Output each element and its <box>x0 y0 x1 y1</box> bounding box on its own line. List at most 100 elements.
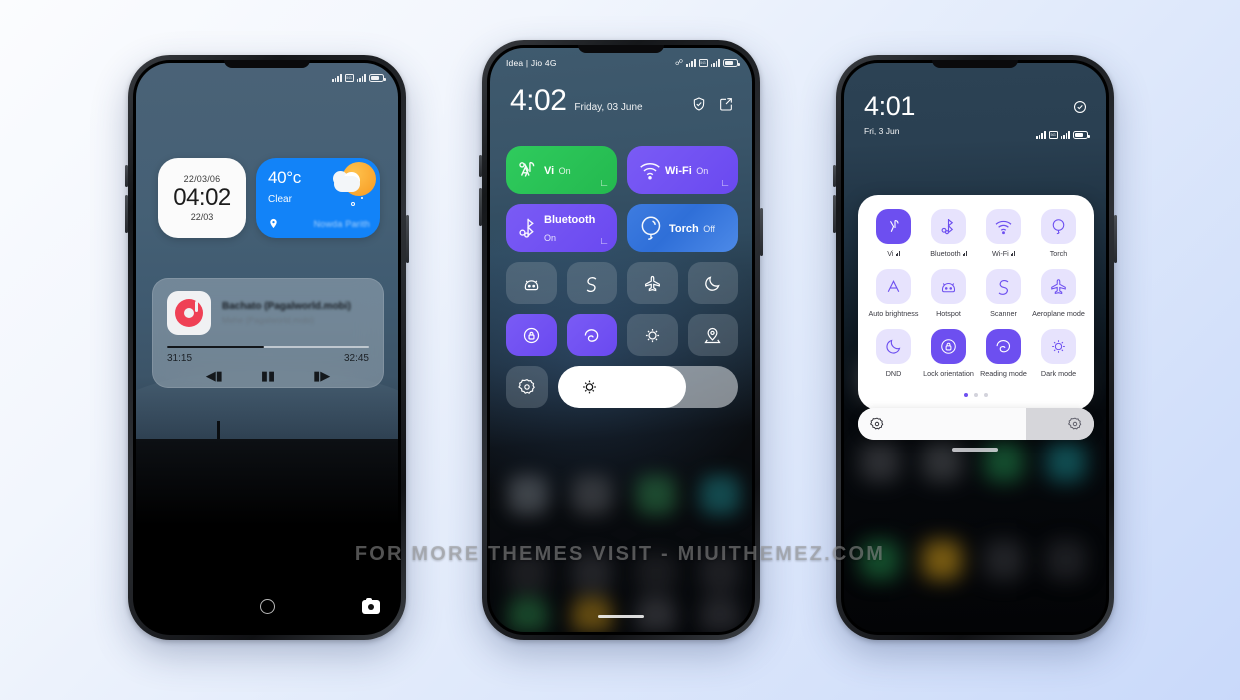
volume-up-button[interactable] <box>479 155 482 177</box>
track-title: Bachato (Pagalworld.mobi) <box>222 301 351 312</box>
signal-bars-icon <box>962 251 967 256</box>
tile-torch[interactable]: Torch <box>1031 209 1086 269</box>
power-button[interactable] <box>1114 215 1117 263</box>
clock-widget[interactable]: 22/03/06 04:02 22/03 <box>158 158 246 238</box>
shield-check-icon[interactable] <box>1072 99 1088 115</box>
tile-label: Scanner <box>990 309 1017 318</box>
scanner-icon <box>986 269 1021 304</box>
brightness-settings-icon[interactable] <box>506 366 548 408</box>
tile-scanner[interactable]: Scanner <box>976 269 1031 329</box>
power-button[interactable] <box>760 208 763 256</box>
cell-tower-icon <box>876 209 911 244</box>
volume-up-button[interactable] <box>125 165 128 187</box>
tile-aeroplane-mode[interactable]: Aeroplane mode <box>1031 269 1086 329</box>
page-dot[interactable] <box>974 393 978 397</box>
battery-icon <box>723 59 740 67</box>
home-indicator[interactable] <box>598 614 644 618</box>
tile-reading-mode[interactable]: Reading mode <box>976 329 1031 389</box>
hotspot-icon <box>931 269 966 304</box>
tile-aeroplane-mode[interactable] <box>627 262 678 304</box>
volume-down-button[interactable] <box>125 195 128 233</box>
tile-label: Torch <box>669 223 699 235</box>
tile-hotspot[interactable] <box>506 262 557 304</box>
next-track-icon[interactable]: ▮▶ <box>313 369 330 382</box>
volume-down-button[interactable] <box>833 195 836 233</box>
partly-cloudy-icon <box>332 158 380 206</box>
tile-corner-arrow-icon[interactable]: ∟ <box>599 178 609 189</box>
brightness-slider[interactable] <box>558 366 738 408</box>
tile-dark-mode[interactable] <box>627 314 678 356</box>
tile-bluetooth[interactable]: Bluetooth <box>921 209 976 269</box>
home-indicator[interactable] <box>952 448 998 452</box>
brightness-row <box>506 366 738 408</box>
tile-corner-arrow-icon[interactable]: ∟ <box>599 236 609 247</box>
dnd-moon-icon <box>876 329 911 364</box>
shield-check-icon[interactable] <box>691 96 707 112</box>
signal-bars-icon <box>710 59 720 67</box>
page-dot[interactable] <box>964 393 968 397</box>
reading-mode-icon <box>986 329 1021 364</box>
edit-square-icon[interactable] <box>718 96 734 112</box>
control-center-tile-grid: Vi On ∟ Wi-Fi On ∟ Bluetooth On ∟ Torch … <box>506 146 738 408</box>
brightness-settings-icon[interactable] <box>1067 416 1083 432</box>
tile-vi[interactable]: Vi <box>866 209 921 269</box>
pause-icon[interactable]: ▮▮ <box>261 369 275 382</box>
tile-state: Off <box>703 224 716 234</box>
tile-auto-brightness[interactable]: Auto brightness <box>866 269 921 329</box>
big-tile-row-2: Bluetooth On ∟ Torch Off <box>506 204 738 252</box>
carrier-label: Idea | Jio 4G <box>506 58 557 68</box>
tile-hotspot[interactable]: Hotspot <box>921 269 976 329</box>
header-date: Friday, 03 June <box>574 102 643 113</box>
volume-down-button[interactable] <box>479 188 482 226</box>
header-time: 4:02 <box>510 84 567 117</box>
tile-dark-mode[interactable]: Dark mode <box>1031 329 1086 389</box>
progress-bar[interactable] <box>167 346 369 348</box>
auto-brightness-icon <box>876 269 911 304</box>
dark-mode-icon <box>1041 329 1076 364</box>
tile-reading-mode[interactable] <box>566 314 617 356</box>
tile-wifi[interactable]: Wi-Fi <box>976 209 1031 269</box>
tile-location[interactable] <box>687 314 738 356</box>
camera-icon[interactable] <box>362 598 380 614</box>
music-player-card[interactable]: Bachato (Pagalworld.mobi) Mehe (Pagalwor… <box>152 278 384 388</box>
reading-mode-icon <box>584 328 599 342</box>
signal-bars-icon <box>356 74 366 82</box>
tile-scanner[interactable] <box>566 262 617 304</box>
tile-state: On <box>558 166 571 176</box>
small-tile-row-2 <box>506 314 738 356</box>
page-dots[interactable] <box>866 389 1086 402</box>
aeroplane-mode-icon <box>1041 269 1076 304</box>
bluetooth-icon: ☍ <box>674 58 684 67</box>
tile-corner-arrow-icon[interactable]: ∟ <box>720 178 730 189</box>
tile-dnd[interactable] <box>687 262 738 304</box>
fingerprint-icon[interactable] <box>259 599 275 614</box>
signal-bars-icon <box>895 251 900 256</box>
tile-lock-orientation[interactable]: Lock orientation <box>921 329 976 389</box>
brightness-settings-icon[interactable] <box>869 416 885 432</box>
sim-card-icon: 5G <box>1048 131 1058 139</box>
tile-state: On <box>696 166 709 176</box>
hotspot-icon <box>524 279 538 290</box>
weather-widget[interactable]: 40°c Clear Nowda Parith <box>256 158 380 238</box>
previous-track-icon[interactable]: ◀▮ <box>206 369 223 382</box>
bluetooth-earbuds-icon <box>931 209 966 244</box>
brightness-slider[interactable] <box>858 408 1094 440</box>
tile-dnd[interactable]: DND <box>866 329 921 389</box>
clock-widget-date-top: 22/03/06 <box>183 173 221 184</box>
statusbar-icons: ☍ 5G <box>674 58 740 67</box>
dark-mode-icon <box>645 328 659 342</box>
tile-torch[interactable]: Torch Off <box>627 204 738 252</box>
aeroplane-mode-icon <box>644 275 660 291</box>
tile-vi[interactable]: Vi On ∟ <box>506 146 617 194</box>
volume-up-button[interactable] <box>833 165 836 187</box>
tile-row-3: DND Lock orientation Reading mode Dark m… <box>866 329 1086 389</box>
sim-card-icon: 5G <box>698 59 708 67</box>
tile-wifi[interactable]: Wi-Fi On ∟ <box>627 146 738 194</box>
battery-icon <box>369 74 386 82</box>
page-dot[interactable] <box>984 393 988 397</box>
weather-condition: Clear <box>268 194 292 205</box>
power-button[interactable] <box>406 215 409 263</box>
cell-tower-icon <box>516 157 542 183</box>
tile-bluetooth[interactable]: Bluetooth On ∟ <box>506 204 617 252</box>
tile-lock-orientation[interactable] <box>506 314 557 356</box>
